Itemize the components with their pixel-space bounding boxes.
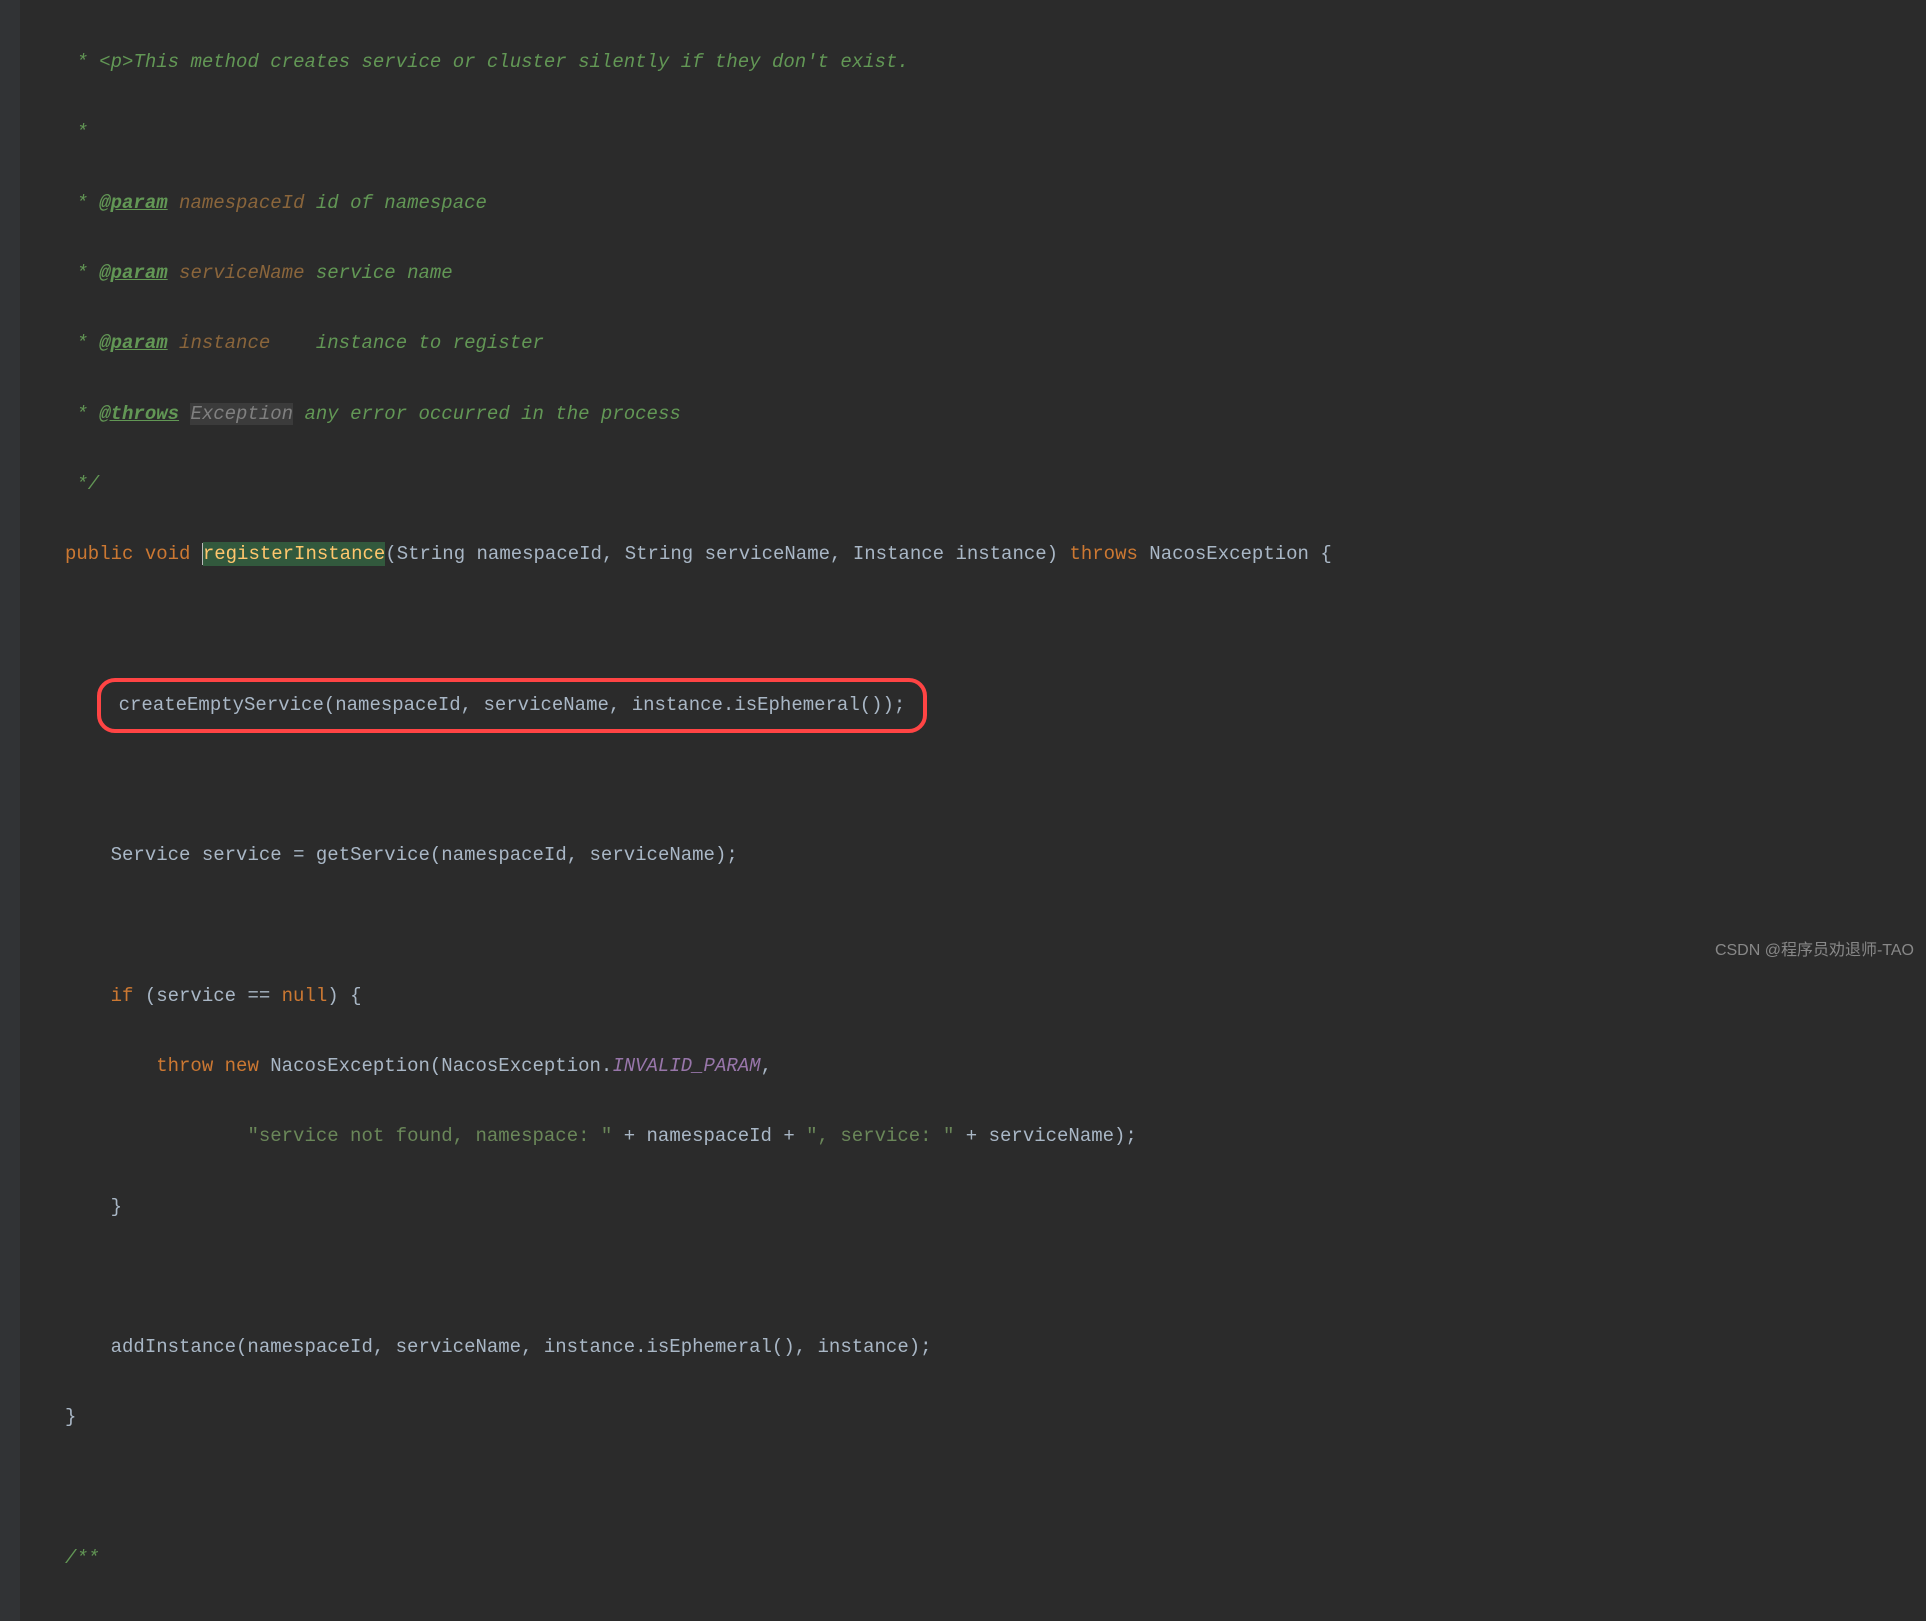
code-line: createEmptyService(namespaceId, serviceN…: [15, 678, 1926, 733]
code-line: [15, 909, 1926, 944]
code-line: [15, 1471, 1926, 1506]
constructor-call: NacosException(NacosException.: [270, 1055, 612, 1077]
keyword-throws: throws: [1069, 543, 1137, 565]
code-line: addInstance(namespaceId, serviceName, in…: [15, 1330, 1926, 1365]
comment-star: *: [65, 51, 88, 73]
variable: service: [202, 844, 282, 866]
code-line: * @param instance instance to register: [15, 326, 1926, 361]
keyword-if: if: [111, 985, 134, 1007]
keyword-throw: throw: [156, 1055, 213, 1077]
param: serviceName: [705, 543, 830, 565]
highlighted-annotation: createEmptyService(namespaceId, serviceN…: [97, 678, 928, 733]
code-line: [15, 607, 1926, 642]
comment-star: *: [65, 121, 88, 143]
static-field: INVALID_PARAM: [612, 1055, 760, 1077]
code-line: if (service == null) {: [15, 979, 1926, 1014]
comment-start: /**: [65, 1547, 99, 1569]
code-line: *: [15, 115, 1926, 150]
code-line: [15, 1260, 1926, 1295]
method-call: createEmptyService(namespaceId, serviceN…: [119, 694, 906, 716]
comment-star: *: [65, 332, 88, 354]
watermark: CSDN @程序员劝退师-TAO: [1715, 936, 1914, 966]
code-line: throw new NacosException(NacosException.…: [15, 1049, 1926, 1084]
code-line: }: [15, 1190, 1926, 1225]
code-line: "service not found, namespace: " + names…: [15, 1119, 1926, 1154]
code-line: */: [15, 467, 1926, 502]
code-line: /**: [15, 1541, 1926, 1576]
type: String: [625, 543, 693, 565]
method-call: getService(namespaceId, serviceName);: [316, 844, 738, 866]
close-brace: }: [65, 1406, 76, 1428]
code-line: * @param namespaceId id of namespace: [15, 186, 1926, 221]
comment-star: *: [65, 192, 88, 214]
javadoc-param-tag: @param: [99, 192, 167, 214]
keyword-new: new: [225, 1055, 259, 1077]
null-literal: null: [282, 985, 328, 1007]
exception-type: NacosException: [1149, 543, 1309, 565]
method-call: addInstance(namespaceId, serviceName, in…: [111, 1336, 932, 1358]
comment-text: service name: [316, 262, 453, 284]
javadoc-param-tag: @param: [99, 262, 167, 284]
string-literal: "service not found, namespace: ": [247, 1125, 612, 1147]
comment-text: instance to register: [282, 332, 544, 354]
comment-star: *: [65, 403, 88, 425]
code-line: }: [15, 1400, 1926, 1435]
exception-name: Exception: [190, 403, 293, 425]
keyword-void: void: [145, 543, 191, 565]
code-line: * @param serviceName service name: [15, 256, 1926, 291]
variable: namespaceId: [647, 1125, 772, 1147]
keyword-public: public: [65, 543, 133, 565]
paren: (: [385, 543, 396, 565]
code-line: Service service = getService(namespaceId…: [15, 838, 1926, 873]
param-name: instance: [179, 332, 270, 354]
code-line: public void registerInstance(String name…: [15, 537, 1926, 572]
type: Service: [111, 844, 191, 866]
type: Instance: [853, 543, 944, 565]
code-line: * @throws Exception any error occurred i…: [15, 397, 1926, 432]
comment-text: This method creates service or cluster s…: [133, 51, 908, 73]
string-literal: ", service: ": [806, 1125, 954, 1147]
method-declaration: registerInstance: [203, 542, 385, 566]
comment-end: */: [65, 473, 99, 495]
comment-star: *: [65, 262, 88, 284]
variable: serviceName);: [989, 1125, 1137, 1147]
javadoc-param-tag: @param: [99, 332, 167, 354]
code-editor[interactable]: * <p>This method creates service or clus…: [0, 0, 1926, 1621]
type: String: [397, 543, 465, 565]
param-name: namespaceId: [179, 192, 304, 214]
param: instance: [955, 543, 1046, 565]
param: namespaceId: [477, 543, 602, 565]
close-brace: }: [111, 1196, 122, 1218]
param-name: serviceName: [179, 262, 304, 284]
code-line: * <p>This method creates service or clus…: [15, 45, 1926, 80]
code-line: [15, 768, 1926, 803]
javadoc-throws-tag: @throws: [99, 403, 179, 425]
comment-text: id of namespace: [316, 192, 487, 214]
comment-text: any error occurred in the process: [304, 403, 680, 425]
comment-tag: <p>: [99, 51, 133, 73]
